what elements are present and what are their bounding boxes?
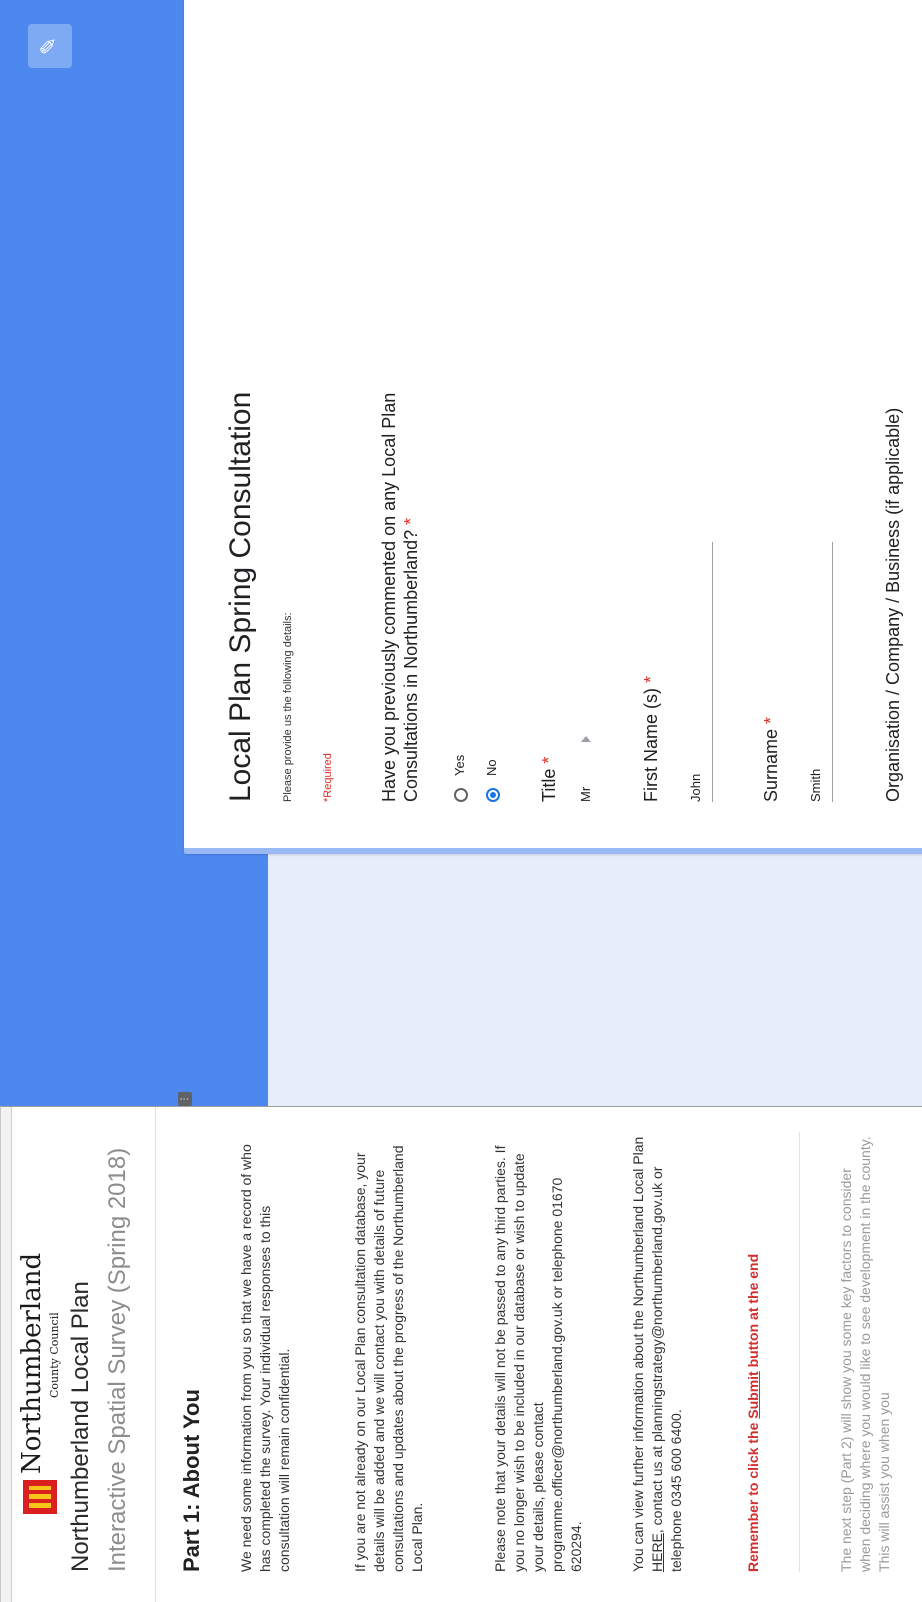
logo-sub: County Council — [48, 1312, 61, 1398]
organisation-label: Organisation / Company / Business (if ap… — [883, 407, 903, 802]
option-no-label: No — [484, 759, 499, 776]
required-mark: * — [641, 675, 661, 683]
reminder-submit-word: Submit — [745, 1371, 761, 1419]
submit-reminder: Remember to click the Submit button at t… — [745, 1254, 761, 1572]
option-yes-label: Yes — [452, 754, 467, 776]
required-mark: * — [401, 517, 421, 525]
surname-label: Surname * — [760, 717, 782, 802]
intro-paragraph: We need some information from you so tha… — [238, 1144, 292, 1572]
surname-label-text: Surname — [761, 728, 781, 802]
council-logo: Northumberland County Council — [17, 1253, 63, 1514]
next-step-text: The next step (Part 2) will show you som… — [838, 1136, 892, 1572]
database-paragraph: If you are not already on our Local Plan… — [352, 1145, 425, 1572]
app-title: Northumberland Local Plan — [67, 1281, 94, 1572]
required-note: *Required — [322, 753, 334, 802]
council-crest-icon — [23, 1480, 57, 1514]
pencil-icon[interactable]: ✎ — [28, 24, 72, 68]
reminder-post: button at the end — [745, 1253, 761, 1372]
sidebar-divider — [155, 1106, 156, 1602]
question-previous-comment: Have you previously commented on any Loc… — [378, 382, 422, 802]
first-name-label-text: First Name (s) — [641, 688, 661, 802]
screen: Northumberland County Council Northumber… — [0, 0, 922, 1602]
required-mark: * — [761, 716, 781, 724]
surname-input[interactable]: Smith — [808, 542, 833, 802]
title-label-text: Title — [539, 768, 559, 802]
app-subtitle: Interactive Spatial Survey (Spring 2018) — [104, 1147, 131, 1572]
sidebar-section-divider — [799, 1132, 800, 1572]
first-name-label: First Name (s) * — [640, 676, 662, 802]
form-title: Local Plan Spring Consultation — [224, 391, 257, 802]
part-heading: Part 1: About You — [179, 1389, 204, 1572]
dropdown-caret-icon[interactable] — [581, 736, 591, 742]
contact-paragraph: You can view further information about t… — [629, 1132, 686, 1572]
form-description: Please provide us the following details: — [282, 612, 294, 802]
required-mark: * — [539, 756, 559, 764]
logo-name: Northumberland — [17, 1252, 47, 1474]
drag-handle-icon[interactable]: ⋮ — [178, 1092, 192, 1106]
title-label: Title * — [538, 757, 560, 802]
radio-yes[interactable] — [454, 788, 468, 802]
contact-text-post: , contact us at planningstrategy@northum… — [649, 1166, 684, 1572]
title-select[interactable]: Mr — [578, 787, 593, 802]
contact-text-pre: You can view further information about t… — [630, 1136, 646, 1572]
radio-no[interactable] — [486, 788, 500, 802]
first-name-input[interactable]: John — [688, 542, 713, 802]
question-text: Have you previously commented on any Loc… — [379, 392, 421, 802]
reminder-pre: Remember to click the — [745, 1418, 761, 1572]
privacy-paragraph: Please note that your details will not b… — [492, 1145, 584, 1572]
info-sidebar: Northumberland County Council Northumber… — [0, 1106, 922, 1602]
local-plan-link[interactable]: HERE — [649, 1533, 665, 1572]
sidebar-top-bar — [1, 1106, 12, 1602]
